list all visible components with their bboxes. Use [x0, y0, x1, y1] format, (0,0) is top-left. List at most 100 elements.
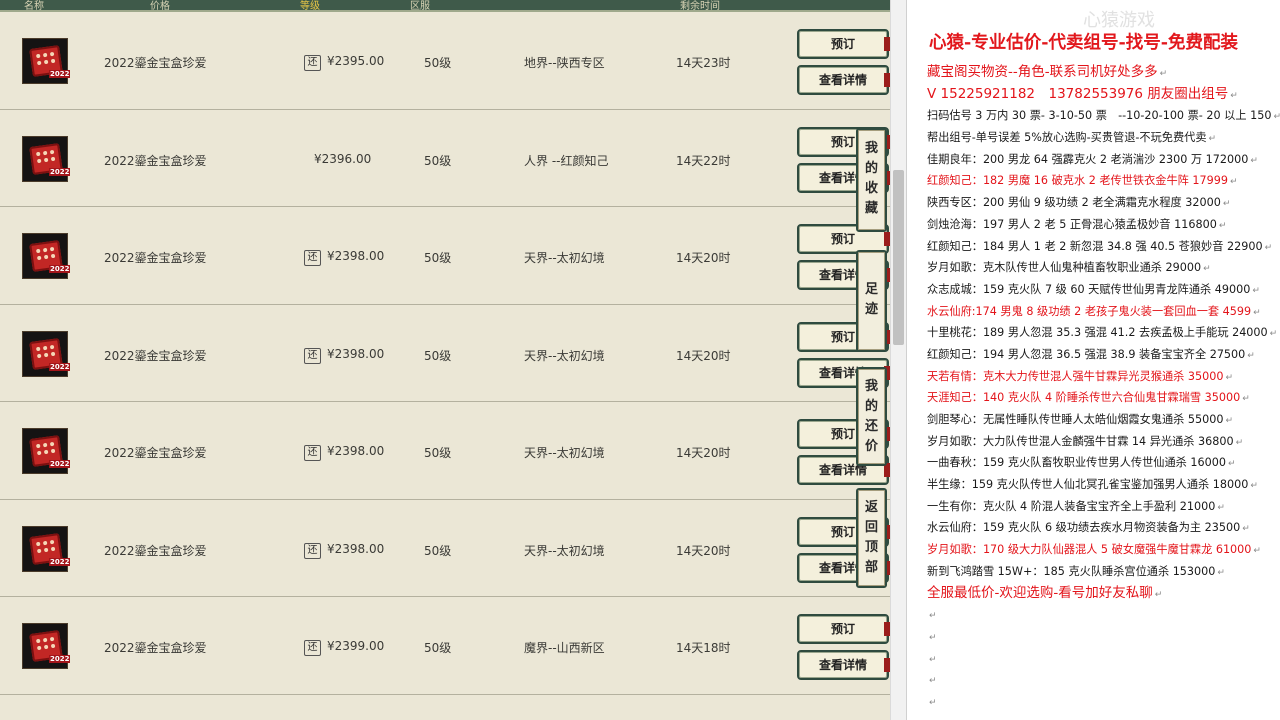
item-name[interactable]: 2022鎏金宝盒珍爱 [104, 542, 207, 559]
document-line: 红颜知己：194 男人忽混 36.5 强混 38.9 装备宝宝齐全 27500 ↵ [927, 344, 1280, 366]
view-details-button[interactable]: 查看详情 [797, 65, 890, 95]
preorder-button[interactable]: 预订 [797, 614, 890, 644]
item-name[interactable]: 2022鎏金宝盒珍爱 [104, 54, 207, 71]
listing-row[interactable]: 2022 2022鎏金宝盒珍爱 还 ¥2398.00 50级 天界--太初幻境 14天20时… [0, 207, 890, 305]
header-col-server[interactable]: 区服 [410, 0, 430, 12]
document-line: 扫码估号 3 万内 30 票- 3-10-50 票 --10-20-100 票-… [927, 105, 1280, 127]
item-server: 天界--太初幻境 [524, 348, 605, 363]
treasure-box-icon[interactable]: 2022 [22, 623, 71, 669]
document-line-text: 藏宝阁买物资--角色-联系司机好处多多 [927, 64, 1158, 80]
document-line-text: 一生有你：克火队 4 阶混人装备宝宝齐全上手盈利 21000 [927, 499, 1216, 513]
listing-row[interactable]: 2022 2022鎏金宝盒珍爱 还 ¥2395.00 50级 地界--陕西专区 14天23时… [0, 12, 890, 110]
my-bargains-label: 我的还价 [864, 379, 878, 454]
paragraph-mark-icon: ↵ [1253, 546, 1261, 557]
paragraph-mark-icon: ↵ [1242, 394, 1250, 405]
item-server: 魔界--山西新区 [524, 641, 605, 655]
document-line: ↵ [927, 604, 1280, 626]
paragraph-mark-icon: ↵ [1250, 481, 1258, 492]
treasure-box-icon[interactable]: 2022 [22, 135, 71, 182]
listing-row[interactable]: 2022 2022鎏金宝盒珍爱 ¥2396.00 50级 人界 --红颜知己 14天22时… [0, 110, 890, 207]
document-line-text: 扫码估号 3 万内 30 票- 3-10-50 票 --10-20-100 票-… [927, 109, 1272, 123]
preorder-label: 预订 [830, 524, 855, 539]
back-to-top-button[interactable]: 返回顶部 [856, 488, 887, 588]
document-line-text: 天若有情：克木大力传世混人强牛甘霖异光灵猴通杀 35000 [927, 369, 1224, 383]
document-line: 天若有情：克木大力传世混人强牛甘霖异光灵猴通杀 35000 ↵ [927, 366, 1280, 388]
document-line-text: 水云仙府：159 克火队 6 级功绩去疾水月物资装备为主 23500 [927, 521, 1241, 535]
preorder-button[interactable]: 预订 [797, 29, 890, 59]
document-line-text: 全服最低价-欢迎选购-看号加好友私聊 [927, 584, 1153, 601]
document-line-text: 岁月如歌：大力队传世混人金麟强牛甘霖 14 异光通杀 36800 [927, 434, 1234, 448]
my-favorites-button[interactable]: 我的收藏 [856, 128, 887, 232]
back-to-top-label: 返回顶部 [864, 500, 878, 575]
paragraph-mark-icon: ↵ [929, 676, 937, 687]
header-col-level[interactable]: 等级 [300, 0, 320, 12]
treasure-box-icon[interactable]: 2022 [22, 330, 71, 377]
listing-row[interactable]: 2022 2022鎏金宝盒珍爱 还 ¥2398.00 50级 天界--太初幻境 14天20时… [0, 402, 890, 500]
document-line: 红颜知己：184 男人 1 老 2 新忽混 34.8 强 40.5 苍狼妙音 2… [927, 236, 1280, 258]
item-name[interactable]: 2022鎏金宝盒珍爱 [104, 152, 207, 169]
header-col-name[interactable]: 名称 [24, 0, 44, 12]
document-line-text: 剑胆琴心：无属性睡队传世睡人太皓仙烟霞女鬼通杀 55000 [927, 413, 1224, 426]
item-price: ¥2398.00 [327, 346, 385, 361]
icon-year-tag: 2022 [49, 557, 71, 566]
item-name[interactable]: 2022鎏金宝盒珍爱 [104, 249, 207, 266]
document-line-text: V 15225921182 13782553976 朋友圈出组号 [927, 85, 1229, 102]
item-price-cell: 还 ¥2398.00 [304, 444, 384, 461]
icon-year-tag: 2022 [49, 265, 71, 273]
listing-row[interactable]: 2022 2022鎏金宝盒珍爱 还 ¥2399.00 50级 魔界--山西新区 14天18时… [0, 597, 890, 695]
document-line: 岁月如歌：克木队传世人仙鬼种植畜牧职业通杀 29000 ↵ [927, 257, 1280, 279]
item-price-cell: ¥2396.00 [304, 152, 371, 166]
icon-year-tag: 2022 [49, 362, 71, 371]
item-price: ¥2399.00 [327, 639, 385, 653]
bargain-badge[interactable]: 还 [304, 347, 321, 364]
listing-row[interactable]: 2022 2022鎏金宝盒珍爱 还 ¥2398.00 50级 天界--太初幻境 14天20时… [0, 500, 890, 597]
view-details-button[interactable]: 查看详情 [797, 650, 890, 680]
view-details-label: 查看详情 [818, 73, 867, 87]
treasure-box-icon[interactable]: 2022 [22, 233, 71, 279]
item-time-left: 14天20时 [676, 543, 731, 558]
paragraph-mark-icon: ↵ [1208, 134, 1217, 145]
header-col-time[interactable]: 剩余时间 [680, 0, 720, 12]
document-line: 一曲春秋：159 克火队畜牧职业传世男人传世仙通杀 16000 ↵ [927, 452, 1280, 474]
preorder-label: 预订 [830, 622, 855, 636]
bargain-badge[interactable]: 还 [304, 445, 321, 461]
vertical-scrollbar[interactable] [890, 0, 906, 720]
table-header: 名称 价格 等级 区服 剩余时间 [0, 0, 890, 12]
preorder-label: 预订 [830, 37, 855, 51]
bargain-badge[interactable]: 还 [304, 640, 321, 656]
item-name[interactable]: 2022鎏金宝盒珍爱 [104, 639, 207, 656]
paragraph-mark-icon: ↵ [929, 654, 937, 665]
paragraph-mark-icon: ↵ [1222, 199, 1231, 210]
item-price-cell: 还 ¥2398.00 [304, 347, 384, 364]
history-button[interactable]: 足迹 [856, 250, 887, 352]
document-line: ↵ [927, 713, 1280, 720]
document-line: 红颜知己：182 男魔 16 破克水 2 老传世铁衣金牛阵 17999 ↵ [927, 170, 1280, 192]
document-line: 陕西专区：200 男仙 9 级功绩 2 老全满霜克水程度 32000 ↵ [927, 192, 1280, 214]
scrollbar-thumb[interactable] [893, 170, 904, 345]
item-name[interactable]: 2022鎏金宝盒珍爱 [104, 444, 207, 461]
document-line-text: 红颜知己：182 男魔 16 破克水 2 老传世铁衣金牛阵 17999 [927, 174, 1229, 188]
my-bargains-button[interactable]: 我的还价 [856, 367, 887, 466]
paragraph-mark-icon: ↵ [1253, 307, 1261, 318]
document-line: V 15225921182 13782553976 朋友圈出组号 ↵ [927, 84, 1280, 106]
bargain-badge[interactable]: 还 [304, 542, 321, 559]
document-line: 佳期良年：200 男龙 64 强霹克火 2 老淌湍沙 2300 万 172000… [927, 149, 1280, 171]
document-line-text: 水云仙府:174 男鬼 8 级功绩 2 老孩子鬼火装一套回血一套 4599 [927, 304, 1252, 318]
treasure-box-icon[interactable]: 2022 [22, 428, 71, 474]
item-name[interactable]: 2022鎏金宝盒珍爱 [104, 347, 207, 364]
treasure-box-icon[interactable]: 2022 [22, 525, 71, 572]
header-col-price[interactable]: 价格 [150, 0, 170, 12]
paragraph-mark-icon: ↵ [1228, 459, 1236, 470]
listing-row[interactable]: 2022 2022鎏金宝盒珍爱 还 ¥2398.00 50级 天界--太初幻境 14天20时… [0, 305, 890, 402]
item-price: ¥2398.00 [327, 249, 385, 263]
treasure-box-icon[interactable]: 2022 [22, 38, 71, 84]
bargain-badge[interactable]: 还 [304, 250, 321, 266]
icon-year-tag: 2022 [49, 655, 71, 663]
preorder-label: 预订 [830, 329, 855, 344]
document-panel: 心猿游戏 心猿-专业估价-代卖组号-找号-免费配装 藏宝阁买物资--角色-联系司… [906, 0, 1280, 720]
document-line-text: 天涯知己：140 克火队 4 阶睡杀传世六合仙鬼甘霖瑞雪 35000 [927, 391, 1241, 405]
view-details-label: 查看详情 [818, 658, 867, 672]
item-server: 天界--太初幻境 [524, 251, 605, 265]
document-line-text: 红颜知己：184 男人 1 老 2 新忽混 34.8 强 40.5 苍狼妙音 2… [927, 239, 1263, 253]
bargain-badge[interactable]: 还 [304, 55, 321, 71]
